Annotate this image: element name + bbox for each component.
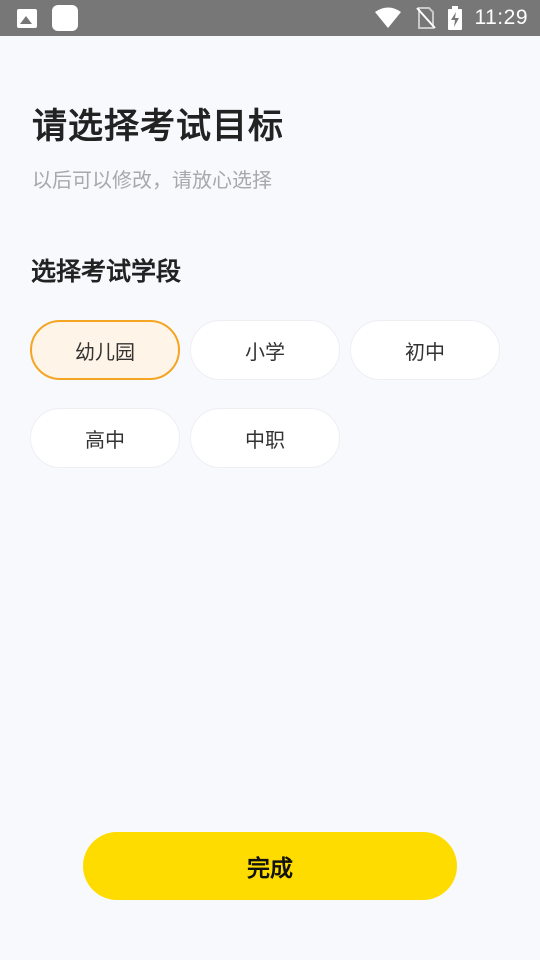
option-label: 初中 bbox=[405, 339, 445, 364]
main-content: 请选择考试目标 以后可以修改，请放心选择 选择考试学段 幼儿园 小学 初中 高中… bbox=[0, 36, 540, 960]
app-icon bbox=[52, 5, 78, 31]
option-junior-high[interactable]: 初中 bbox=[350, 320, 500, 380]
option-label: 中职 bbox=[245, 427, 285, 452]
option-label: 高中 bbox=[85, 427, 125, 452]
option-kindergarten[interactable]: 幼儿园 bbox=[30, 320, 180, 380]
done-button[interactable]: 完成 bbox=[83, 832, 457, 900]
option-senior-high[interactable]: 高中 bbox=[30, 408, 180, 468]
page-title: 请选择考试目标 bbox=[32, 107, 285, 147]
done-button-label: 完成 bbox=[247, 856, 293, 882]
status-bar: 11:29 bbox=[0, 0, 540, 36]
page-subtitle: 以后可以修改，请放心选择 bbox=[32, 168, 272, 192]
option-label: 小学 bbox=[245, 339, 285, 364]
option-vocational[interactable]: 中职 bbox=[190, 408, 340, 468]
option-label: 幼儿园 bbox=[75, 339, 135, 364]
option-primary-school[interactable]: 小学 bbox=[190, 320, 340, 380]
section-label: 选择考试学段 bbox=[31, 257, 182, 286]
image-icon bbox=[17, 8, 37, 28]
status-time: 11:29 bbox=[474, 6, 528, 29]
wifi-icon bbox=[374, 7, 401, 28]
battery-charging-icon bbox=[447, 6, 462, 30]
no-sim-icon bbox=[415, 7, 436, 29]
